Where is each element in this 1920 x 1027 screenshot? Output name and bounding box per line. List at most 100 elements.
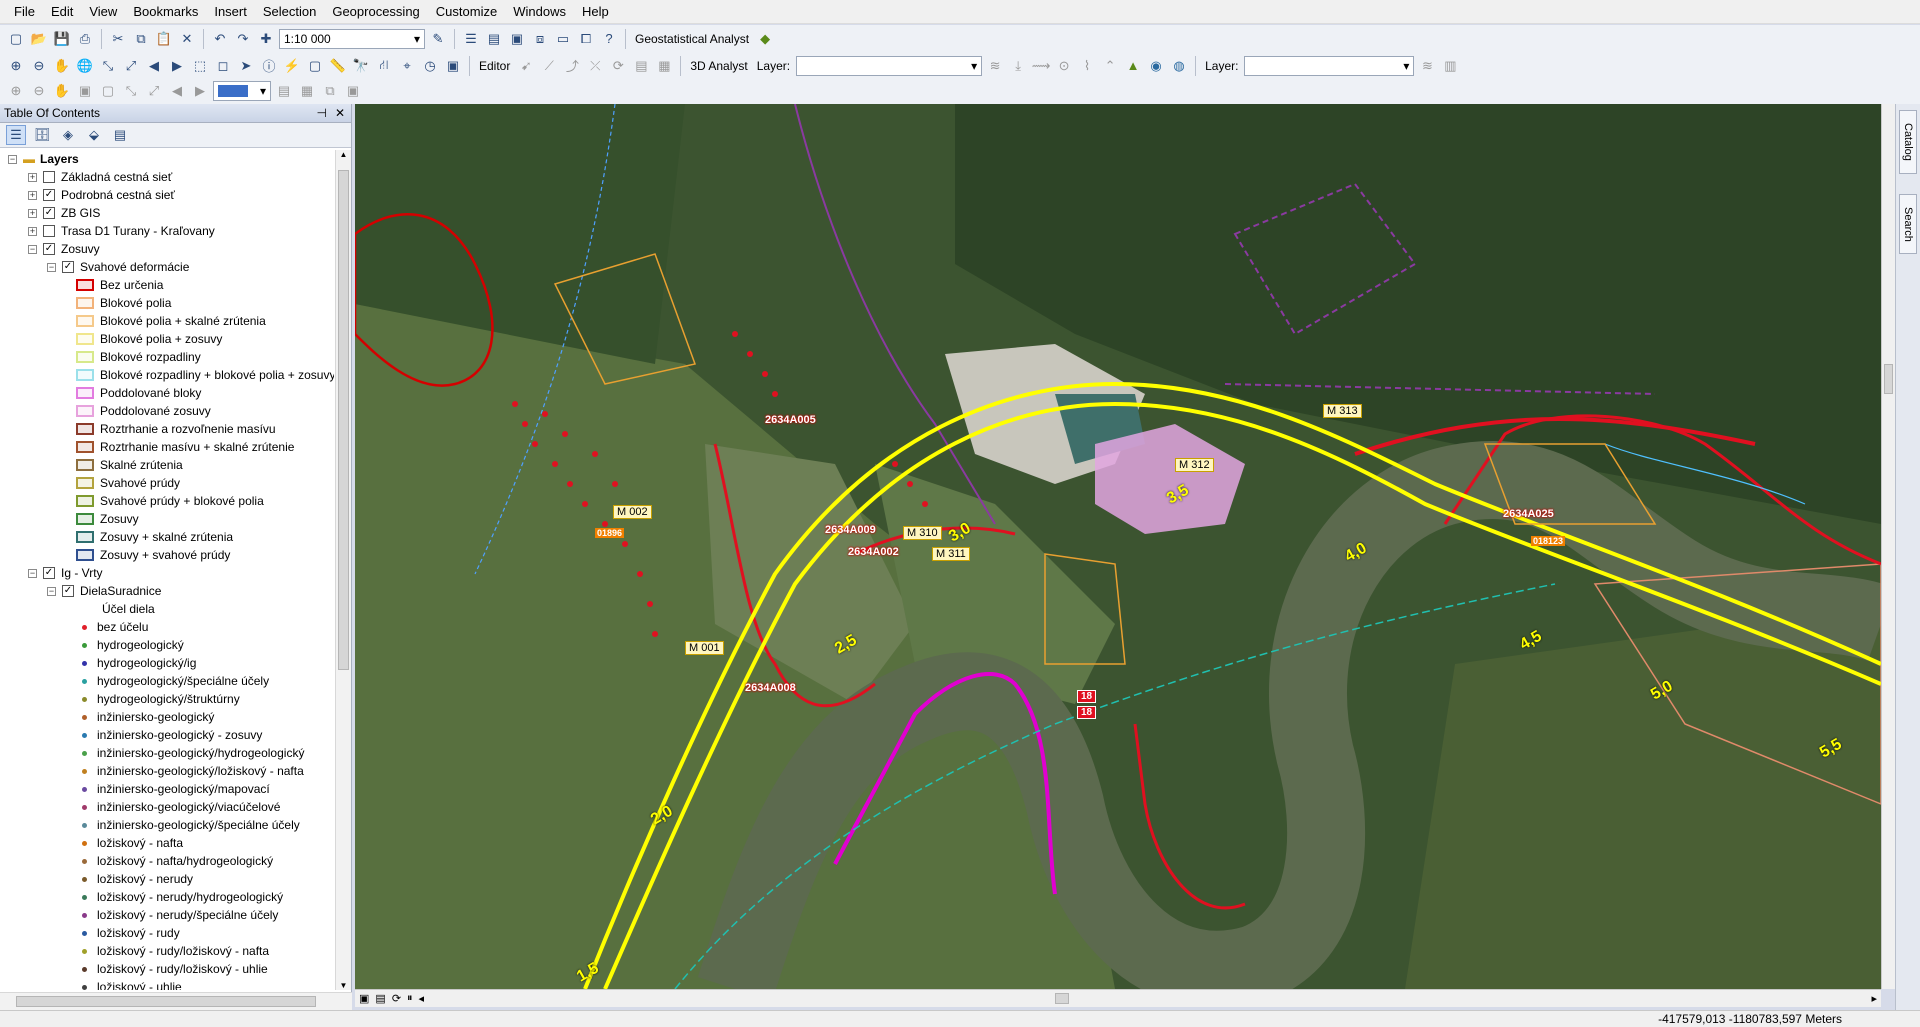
legend-item[interactable]: ložiskový - rudy [0, 924, 334, 942]
list-by-drawing-order-icon[interactable]: ☰ [6, 125, 26, 145]
map-hscroll-thumb[interactable] [1055, 993, 1069, 1004]
legend-item[interactable]: bez účelu [0, 618, 334, 636]
save-icon[interactable]: 💾 [52, 29, 72, 49]
collapse-icon[interactable]: − [8, 154, 17, 164]
pin-icon[interactable]: ⊣ [316, 106, 326, 120]
legend-item[interactable]: hydrogeologický/ig [0, 654, 334, 672]
legend-item[interactable]: Zosuvy [0, 510, 334, 528]
menu-geoprocessing[interactable]: Geoprocessing [324, 0, 427, 24]
legend-item[interactable]: ložiskový - nafta/hydrogeologický [0, 852, 334, 870]
forward-extent-layout-icon[interactable]: ▶ [190, 81, 210, 101]
python-window-icon[interactable]: ▭ [553, 29, 573, 49]
pan-icon[interactable]: ✋ [52, 56, 72, 76]
back-extent-layout-icon[interactable]: ◀ [167, 81, 187, 101]
menu-help[interactable]: Help [574, 0, 617, 24]
kilometer-marker[interactable]: M 310 [903, 526, 942, 540]
legend-item[interactable]: inžiniersko-geologický [0, 708, 334, 726]
scroll-left-icon[interactable]: ◂ [419, 992, 425, 1005]
identify-icon[interactable]: ⓘ [259, 56, 279, 76]
zoom-whole-page-icon[interactable]: ▣ [75, 81, 95, 101]
expand-icon[interactable]: + [28, 208, 37, 218]
kilometer-marker[interactable]: M 001 [685, 641, 724, 655]
menu-bookmarks[interactable]: Bookmarks [125, 0, 206, 24]
fixed-zoom-in-icon[interactable]: ⤡ [98, 56, 118, 76]
zoom-in-icon[interactable]: ⊕ [6, 56, 26, 76]
collapse-icon[interactable]: − [47, 262, 56, 272]
pause-drawing-icon[interactable]: ⏸ [407, 992, 413, 1005]
borehole-label[interactable]: 2634A005 [765, 414, 816, 426]
model-builder-icon[interactable]: ⧠ [576, 29, 596, 49]
legend-item[interactable]: hydrogeologický/štruktúrny [0, 690, 334, 708]
toc-layer[interactable]: − ✓ Svahové deformácie [0, 258, 334, 276]
line-of-sight-icon[interactable]: ⟿ [1031, 56, 1051, 76]
layout-zoom-select[interactable]: ▾ [213, 81, 271, 101]
map-scroll-thumb[interactable] [1884, 364, 1893, 394]
sketch-properties-icon[interactable]: ▦ [654, 56, 674, 76]
forward-extent-icon[interactable]: ▶ [167, 56, 187, 76]
layer-visibility-checkbox[interactable]: ✓ [43, 567, 55, 579]
borehole-label[interactable]: 2634A025 [1503, 508, 1554, 520]
scroll-down-icon[interactable]: ▼ [336, 981, 351, 990]
legend-item[interactable]: Zosuvy + svahové prúdy [0, 546, 334, 564]
layer-visibility-checkbox[interactable] [43, 171, 55, 183]
go-to-xy-icon[interactable]: ⌖ [397, 56, 417, 76]
find-route-icon[interactable]: ⛙ [374, 56, 394, 76]
legend-item[interactable]: Skalné zrútenia [0, 456, 334, 474]
layer-visibility-checkbox[interactable]: ✓ [43, 207, 55, 219]
legend-item[interactable]: Blokové polia + zosuvy [0, 330, 334, 348]
3d-layer-select[interactable]: ▾ [796, 55, 983, 76]
legend-item[interactable]: ložiskový - uhlie [0, 978, 334, 990]
legend-item[interactable]: inžiniersko-geologický - zosuvy [0, 726, 334, 744]
scroll-right-icon[interactable]: ▸ [1871, 992, 1877, 1005]
legend-item[interactable]: ložiskový - nafta [0, 834, 334, 852]
geostatistical-analyst-menu[interactable]: Geostatistical Analyst [632, 32, 752, 46]
change-layout-icon[interactable]: ⧉ [320, 81, 340, 101]
kilometer-marker[interactable]: M 312 [1175, 458, 1214, 472]
kilometer-marker[interactable]: M 313 [1323, 404, 1362, 418]
editor-menu[interactable]: Editor [476, 59, 513, 73]
legend-item[interactable]: Blokové rozpadliny + blokové polia + zos… [0, 366, 334, 384]
menu-file[interactable]: File [6, 0, 43, 24]
hillshade-icon[interactable]: ≋ [1417, 56, 1437, 76]
arcglobe-view-icon[interactable]: ◍ [1169, 56, 1189, 76]
toc-root-layers[interactable]: − ▬ Layers [0, 150, 334, 168]
layout-zoom-in-icon[interactable]: ⊕ [6, 81, 26, 101]
legend-item[interactable]: Poddolované zosuvy [0, 402, 334, 420]
toc-layer[interactable]: + Trasa D1 Turany - Kraľovany [0, 222, 334, 240]
toc-layer[interactable]: − ✓ Ig - Vrty [0, 564, 334, 582]
geostatistical-wizard-icon[interactable]: ◆ [755, 29, 775, 49]
expand-icon[interactable]: + [28, 190, 37, 200]
legend-item[interactable]: Zosuvy + skalné zrútenia [0, 528, 334, 546]
arctoolbox-icon[interactable]: ⧈ [530, 29, 550, 49]
borehole-label[interactable]: 2634A002 [848, 546, 899, 558]
legend-item[interactable]: Blokové polia + skalné zrútenia [0, 312, 334, 330]
zoom-100-icon[interactable]: ▢ [98, 81, 118, 101]
collapse-icon[interactable]: − [28, 244, 37, 254]
full-extent-icon[interactable]: 🌐 [75, 56, 95, 76]
toc-layer[interactable]: + ✓ Podrobná cestná sieť [0, 186, 334, 204]
refresh-icon[interactable]: ⟳ [392, 992, 401, 1005]
steepest-path-icon[interactable]: ⤓ [1008, 56, 1028, 76]
clear-selection-icon[interactable]: ◻ [213, 56, 233, 76]
split-icon[interactable]: ⤫ [585, 56, 605, 76]
toc-options-icon[interactable]: ▤ [110, 125, 130, 145]
legend-item[interactable]: ložiskový - nerudy [0, 870, 334, 888]
fixed-zoom-out-layout-icon[interactable]: ⤢ [144, 81, 164, 101]
add-data-icon[interactable]: ✚ [256, 29, 276, 49]
fixed-zoom-in-layout-icon[interactable]: ⤡ [121, 81, 141, 101]
select-features-icon[interactable]: ⬚ [190, 56, 210, 76]
layout-zoom-out-icon[interactable]: ⊖ [29, 81, 49, 101]
toc-vertical-scrollbar[interactable]: ▲ ▼ [335, 150, 351, 990]
legend-item[interactable]: hydrogeologický [0, 636, 334, 654]
toc-hscroll-thumb[interactable] [16, 996, 316, 1007]
legend-item[interactable]: inžiniersko-geologický/mapovací [0, 780, 334, 798]
search-tab[interactable]: Search [1899, 194, 1917, 254]
borehole-label[interactable]: 2634A008 [745, 682, 796, 694]
layer-visibility-checkbox[interactable]: ✓ [43, 243, 55, 255]
layer-visibility-checkbox[interactable] [43, 225, 55, 237]
menu-windows[interactable]: Windows [505, 0, 574, 24]
map-scale-select[interactable]: 1:10 000 ▾ [279, 28, 425, 49]
menu-edit[interactable]: Edit [43, 0, 81, 24]
collapse-icon[interactable]: − [47, 586, 56, 596]
legend-item[interactable]: Svahové prúdy [0, 474, 334, 492]
